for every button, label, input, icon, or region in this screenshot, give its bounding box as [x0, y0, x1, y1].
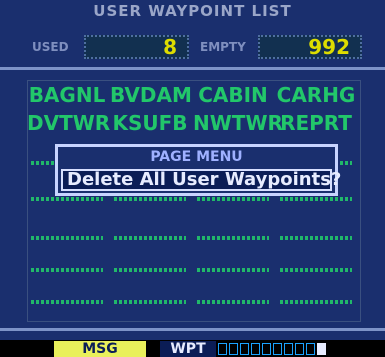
msg-indicator[interactable]: MSG — [54, 341, 146, 357]
page-menu: PAGE MENU Delete All User Waypoints? — [55, 144, 341, 196]
empty-count: 992 — [258, 35, 362, 59]
waypoint-item[interactable]: KSUFB — [110, 110, 190, 136]
wpt-indicator: WPT — [160, 341, 216, 357]
page-menu-title: PAGE MENU — [150, 149, 243, 165]
empty-slot-dash — [114, 300, 186, 304]
progress-box — [262, 343, 271, 355]
used-count: 8 — [84, 35, 189, 59]
delete-all-waypoints-option[interactable]: Delete All User Waypoints? — [61, 169, 341, 191]
empty-slot-dash — [31, 268, 103, 272]
page-progress — [218, 343, 326, 355]
empty-slot-dash — [31, 197, 103, 201]
empty-slot-dash — [114, 268, 186, 272]
empty-label: EMPTY — [200, 40, 246, 54]
empty-slot-dash — [197, 236, 269, 240]
used-label: USED — [32, 40, 69, 54]
progress-box — [229, 343, 238, 355]
waypoint-item[interactable]: BAGNL — [27, 82, 107, 108]
empty-slot-dash — [197, 197, 269, 201]
progress-box — [218, 343, 227, 355]
empty-slot-dash — [197, 268, 269, 272]
screen: USER WAYPOINT LIST USED 8 EMPTY 992 BAGN… — [0, 0, 385, 340]
divider-bottom — [0, 328, 385, 331]
waypoint-item[interactable]: BVDAM — [110, 82, 192, 108]
progress-box — [317, 343, 326, 355]
empty-slot-dash — [114, 197, 186, 201]
empty-slot-dash — [280, 197, 352, 201]
empty-slot-dash — [197, 300, 269, 304]
waypoint-item[interactable]: CARHG — [276, 82, 356, 108]
empty-slot-dash — [280, 236, 352, 240]
empty-slot-dash — [31, 300, 103, 304]
empty-slot-dash — [280, 300, 352, 304]
waypoint-item[interactable]: REPRT — [276, 110, 356, 136]
empty-slot-dash — [114, 236, 186, 240]
empty-slot-dash — [31, 236, 103, 240]
page-title: USER WAYPOINT LIST — [93, 2, 292, 20]
progress-box — [251, 343, 260, 355]
progress-box — [306, 343, 315, 355]
progress-box — [273, 343, 282, 355]
empty-slot-dash — [280, 268, 352, 272]
waypoint-item[interactable]: CABIN — [193, 82, 273, 108]
progress-box — [284, 343, 293, 355]
waypoint-item[interactable]: NWTWR — [193, 110, 283, 136]
waypoint-item[interactable]: DVTWR — [27, 110, 110, 136]
progress-box — [240, 343, 249, 355]
divider-top — [0, 67, 385, 70]
progress-box — [295, 343, 304, 355]
